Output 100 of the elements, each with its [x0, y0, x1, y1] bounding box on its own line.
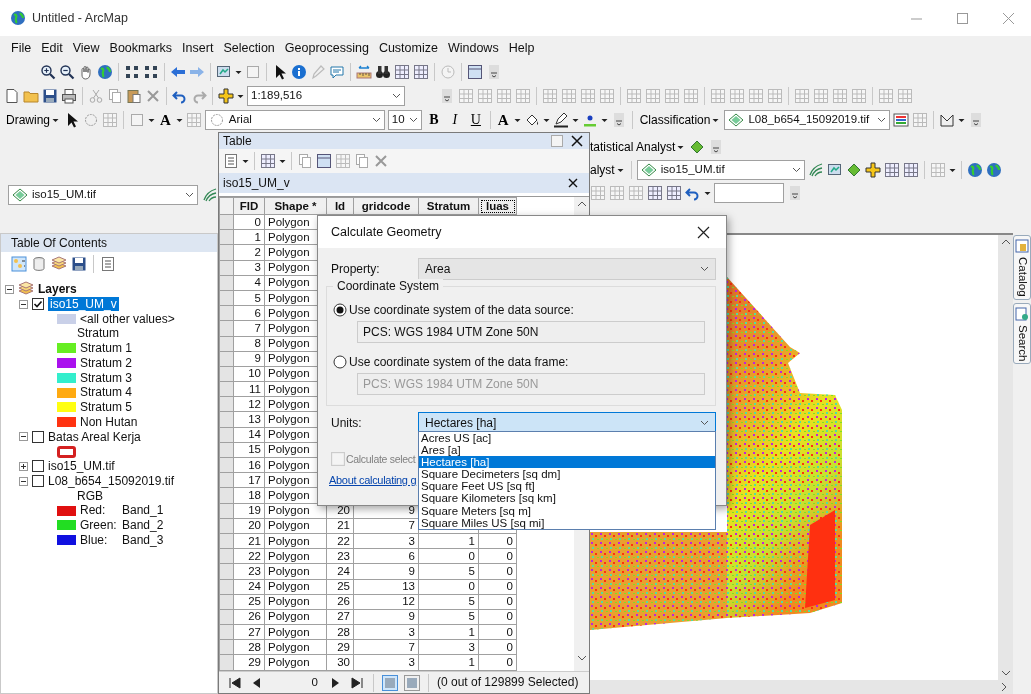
dropdown-option[interactable]: Square Meters [sq m]: [419, 504, 715, 517]
toolbar-menu[interactable]: tatistical Analyst: [590, 137, 687, 157]
map-window-icon[interactable]: [826, 162, 843, 178]
undo-arrow-icon[interactable]: [685, 185, 701, 201]
first-record-icon[interactable]: [227, 674, 243, 691]
units-select[interactable]: Hectares [ha]: [418, 412, 716, 434]
dropdown-option[interactable]: Square Kilometers [sq km]: [419, 492, 715, 505]
plus-icon[interactable]: [864, 162, 881, 178]
copy-icon[interactable]: [107, 88, 123, 104]
drawing-menu[interactable]: Drawing: [4, 110, 61, 130]
layer-dropdown[interactable]: L08_b654_15092019.tif: [724, 110, 891, 130]
search-icon[interactable]: [1014, 305, 1030, 322]
font-field[interactable]: Arial: [204, 110, 385, 130]
record-field[interactable]: 0: [271, 672, 321, 693]
layer-name[interactable]: iso15_UM.tif: [48, 459, 115, 474]
column-header[interactable]: FID: [233, 197, 265, 215]
ruler-icon[interactable]: [356, 64, 372, 80]
dropdown-option[interactable]: Acres US [ac]: [419, 432, 715, 445]
help-link[interactable]: About calculating g: [329, 474, 417, 486]
property-select[interactable]: Area: [418, 258, 716, 280]
scroll-right-icon[interactable]: [999, 681, 1009, 693]
window-icon[interactable]: [316, 153, 332, 169]
grid-icon[interactable]: [260, 153, 276, 169]
menu-item[interactable]: Bookmarks: [104, 40, 178, 56]
font-color-button[interactable]: A: [495, 110, 511, 130]
table-tab[interactable]: iso15_UM_v: [223, 175, 290, 191]
collapse-icon[interactable]: [5, 284, 14, 294]
color-bars-icon[interactable]: [893, 112, 910, 128]
menu-item[interactable]: Insert: [177, 40, 219, 56]
format-button[interactable]: U: [466, 110, 485, 130]
layer-checkbox[interactable]: [32, 460, 44, 473]
collapse-icon[interactable]: [19, 476, 28, 486]
raster-layer-icon[interactable]: [728, 112, 745, 128]
row-selector[interactable]: [219, 290, 234, 306]
column-header[interactable]: Id: [326, 197, 354, 215]
window-icon[interactable]: [467, 64, 483, 80]
scale-field[interactable]: 1:189,516: [247, 86, 405, 106]
layer-name[interactable]: Layers: [38, 282, 77, 297]
text-field[interactable]: [714, 183, 784, 203]
layer-name[interactable]: iso15_UM_v: [48, 296, 119, 312]
row-selector[interactable]: [219, 366, 234, 382]
map-window-icon[interactable]: [216, 64, 232, 80]
option-label[interactable]: Use coordinate system of the data frame:: [349, 355, 569, 370]
x-mark-icon[interactable]: [373, 153, 389, 169]
plus-icon[interactable]: [218, 88, 234, 104]
layer-name[interactable]: L08_b654_15092019.tif: [48, 473, 175, 489]
table-view-icon[interactable]: [404, 674, 420, 691]
grid-icon[interactable]: [666, 185, 682, 201]
layer-name[interactable]: Batas Areal Kerja: [48, 429, 141, 445]
text-tool-button[interactable]: A: [158, 110, 173, 130]
radio-button[interactable]: [333, 303, 347, 318]
menu-item[interactable]: Help: [503, 40, 540, 56]
four-squares-icon[interactable]: [143, 64, 159, 80]
side-tab[interactable]: Catalog: [1013, 235, 1031, 300]
dropdown-option[interactable]: Square Miles US [sq mi]: [419, 516, 715, 529]
format-button[interactable]: I: [445, 110, 464, 130]
table-options-icon[interactable]: [223, 153, 239, 169]
grid-icon[interactable]: [394, 64, 410, 80]
side-tab[interactable]: Search: [1013, 302, 1031, 365]
column-header[interactable]: luas: [478, 197, 517, 215]
menu-item[interactable]: Geoprocessing: [279, 40, 374, 56]
menu-item[interactable]: File: [6, 40, 37, 56]
clipboard-icon[interactable]: [126, 88, 142, 104]
close-icon[interactable]: [697, 225, 710, 239]
polygon-outline-icon[interactable]: [939, 112, 956, 128]
grid-icon[interactable]: [413, 64, 429, 80]
font-size-field[interactable]: 10: [387, 110, 422, 130]
contour-lines-icon[interactable]: [807, 162, 824, 178]
globe-icon[interactable]: [966, 162, 983, 178]
speech-bubble-icon[interactable]: [329, 64, 345, 80]
scissors-icon[interactable]: [88, 88, 104, 104]
dropdown-option[interactable]: Square Feet US [sq ft]: [419, 480, 715, 493]
dropdown-option[interactable]: Ares [a]: [419, 444, 715, 457]
zoom-out-icon[interactable]: [59, 64, 75, 80]
list-icon[interactable]: [100, 256, 116, 272]
diamond-icon[interactable]: [845, 162, 862, 178]
menu-item[interactable]: Customize: [373, 40, 443, 56]
copy-icon[interactable]: [354, 153, 370, 169]
close-icon[interactable]: [569, 133, 585, 149]
database-icon[interactable]: [31, 256, 47, 272]
layer-dropdown[interactable]: iso15_UM.tif: [8, 185, 198, 205]
column-header[interactable]: Shape *: [264, 197, 327, 215]
binoculars-icon[interactable]: [375, 64, 391, 80]
scrollbar[interactable]: [590, 680, 1013, 694]
scrollbar[interactable]: [998, 235, 1013, 680]
left-arrow-icon[interactable]: [170, 64, 186, 80]
column-header[interactable]: Stratum: [418, 197, 479, 215]
overflow-icon[interactable]: [787, 185, 803, 201]
table-view-icon[interactable]: [382, 674, 398, 691]
raster-layer-icon[interactable]: [12, 187, 28, 203]
layers-icon[interactable]: [51, 256, 67, 272]
maximize-icon[interactable]: [956, 12, 968, 24]
layer-checkbox[interactable]: [32, 298, 44, 311]
globe-icon[interactable]: [985, 162, 1002, 178]
layer-checkbox[interactable]: [32, 475, 44, 488]
raster-layer-icon[interactable]: [640, 162, 657, 178]
menu-item[interactable]: Selection: [218, 40, 280, 56]
diamond-icon[interactable]: [689, 139, 706, 155]
layer-checkbox[interactable]: [32, 430, 44, 443]
last-record-icon[interactable]: [349, 674, 365, 691]
